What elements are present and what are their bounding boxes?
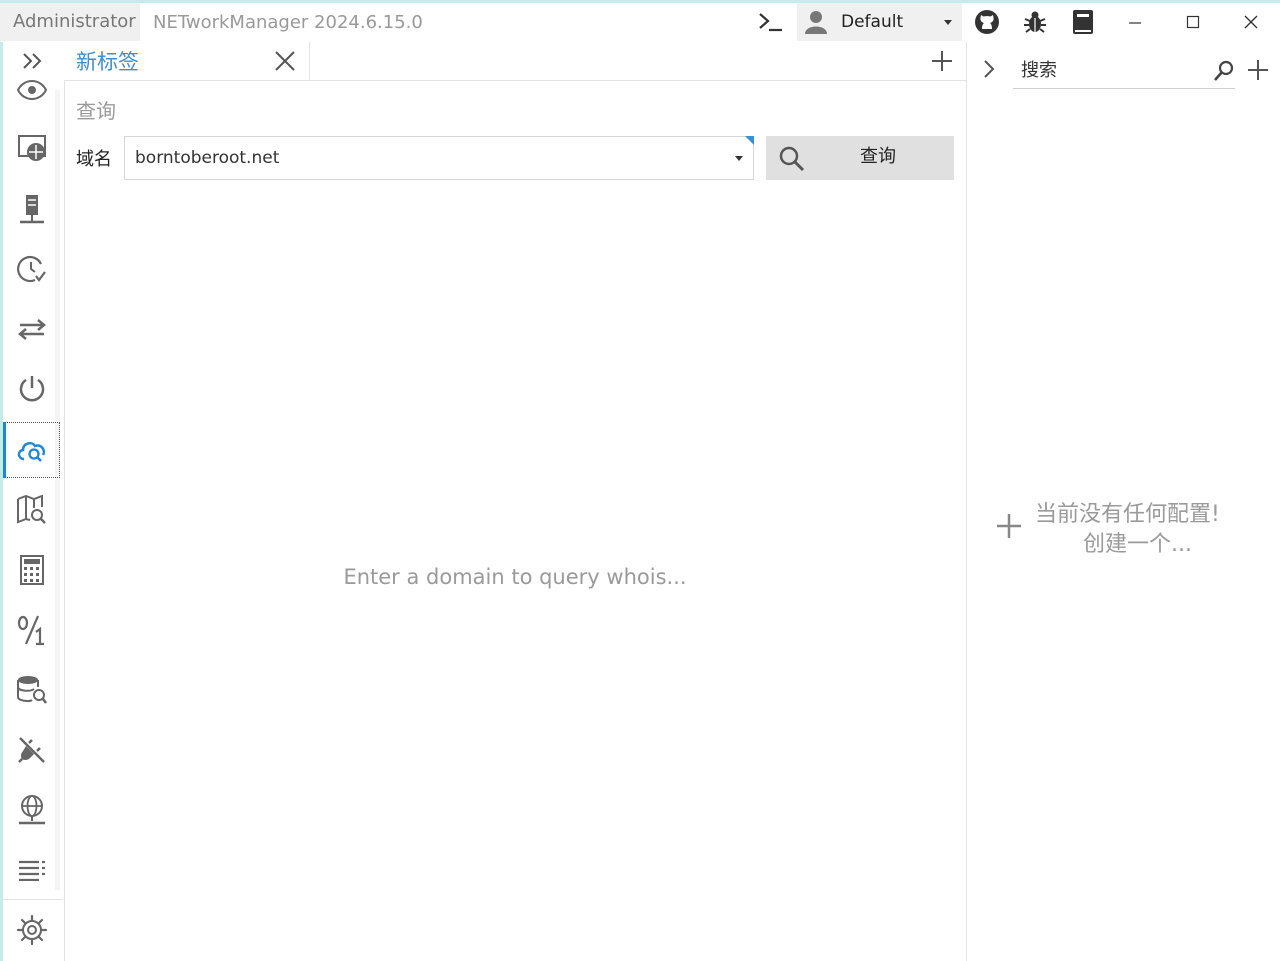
maximize-button[interactable] (1174, 3, 1212, 41)
plus-icon (1248, 60, 1268, 80)
fraction-icon (17, 615, 44, 646)
domain-label: 域名 (76, 149, 112, 170)
maximize-icon (1186, 15, 1200, 29)
search-icon (1214, 60, 1234, 81)
title-bar: Administrator NETworkManager 2024.6.15.0… (0, 3, 1280, 42)
power-icon (19, 376, 44, 402)
profile-search-input[interactable] (1013, 54, 1203, 87)
swap-arrows-icon (17, 319, 46, 340)
nav-item-bit-calculator[interactable] (3, 602, 60, 658)
tab-bar: 新标签 (64, 42, 966, 81)
chevron-down-icon[interactable] (735, 156, 743, 161)
calculator-icon (19, 555, 44, 585)
sidebar-divider (3, 899, 63, 900)
profile-name: Default (841, 12, 904, 32)
nav-item-listeners[interactable] (3, 842, 60, 898)
nav-item-dashboard[interactable] (3, 72, 60, 108)
nav-item-wake-on-lan[interactable] (3, 361, 60, 417)
empty-result-message: Enter a domain to query whois... (343, 565, 687, 589)
github-button[interactable] (970, 3, 1004, 41)
add-profile-button[interactable] (1246, 58, 1270, 86)
add-tab-button[interactable] (930, 49, 954, 77)
navigation-sidebar (0, 42, 65, 961)
collapse-profiles-button[interactable] (979, 57, 999, 85)
github-icon (975, 10, 999, 34)
profile-selector[interactable]: Default (797, 3, 962, 41)
nav-item-network-interface[interactable] (3, 121, 60, 177)
nav-item-subnet-calculator[interactable] (3, 542, 60, 598)
query-button-label: 查询 (860, 146, 896, 167)
chevron-right-icon (984, 60, 995, 78)
server-icon (19, 195, 44, 224)
close-window-button[interactable] (1232, 3, 1270, 41)
profile-search-box[interactable] (1013, 54, 1235, 89)
terminal-icon (759, 13, 782, 32)
cloud-search-icon (17, 441, 45, 462)
nav-item-connections[interactable] (3, 722, 60, 778)
clock-check-icon (16, 255, 46, 283)
minimize-icon (1129, 22, 1141, 24)
close-icon (275, 51, 295, 71)
profiles-panel: 当前没有任何配置! 创建一个... (966, 42, 1280, 961)
nav-item-web-console[interactable] (3, 782, 60, 838)
domain-input[interactable] (125, 137, 715, 179)
app-title: NETworkManager 2024.6.15.0 (153, 12, 423, 33)
double-chevron-right-icon (23, 53, 42, 69)
minimize-button[interactable] (1116, 3, 1154, 41)
plus-icon (997, 514, 1021, 538)
nav-item-ip-geolocation[interactable] (3, 482, 60, 538)
tab-new[interactable]: 新标签 (64, 42, 310, 80)
gear-icon (16, 914, 47, 946)
globe-network-icon (18, 795, 45, 825)
create-profile-prompt[interactable]: 当前没有任何配置! 创建一个... (995, 496, 1275, 557)
nav-item-ping-monitor[interactable] (3, 241, 60, 297)
map-search-icon (16, 495, 46, 524)
search-icon (779, 146, 805, 172)
tab-label: 新标签 (76, 50, 139, 74)
bug-report-button[interactable] (1018, 3, 1052, 41)
book-icon (1073, 10, 1093, 34)
plug-off-icon (17, 737, 45, 763)
no-profiles-text: 当前没有任何配置! (1035, 502, 1220, 527)
section-title: 查询 (76, 99, 116, 123)
nav-item-traceroute[interactable] (3, 301, 60, 357)
eye-icon (16, 80, 47, 100)
close-icon (1244, 15, 1258, 29)
database-search-icon (16, 676, 47, 704)
query-button[interactable]: 查询 (766, 136, 954, 180)
chevron-down-icon (944, 20, 952, 25)
nav-item-lookup[interactable] (3, 662, 60, 718)
admin-label: Administrator (0, 3, 140, 41)
validation-corner-marker (745, 136, 754, 145)
settings-button[interactable] (3, 902, 60, 958)
user-icon (805, 11, 827, 34)
network-interface-icon (17, 135, 46, 161)
domain-combobox[interactable] (124, 136, 754, 180)
list-icon (18, 860, 45, 881)
whois-main-panel: 查询 域名 查询 Enter a domain to query whois..… (64, 81, 966, 961)
plus-icon (932, 51, 952, 71)
nav-item-whois[interactable] (3, 422, 60, 478)
nav-item-ip-scanner[interactable] (3, 181, 60, 237)
documentation-button[interactable] (1066, 3, 1100, 41)
bug-icon (1024, 11, 1046, 33)
powershell-button[interactable] (752, 3, 790, 41)
create-one-text: 创建一个... (1083, 532, 1192, 557)
close-tab-button[interactable] (274, 50, 296, 76)
